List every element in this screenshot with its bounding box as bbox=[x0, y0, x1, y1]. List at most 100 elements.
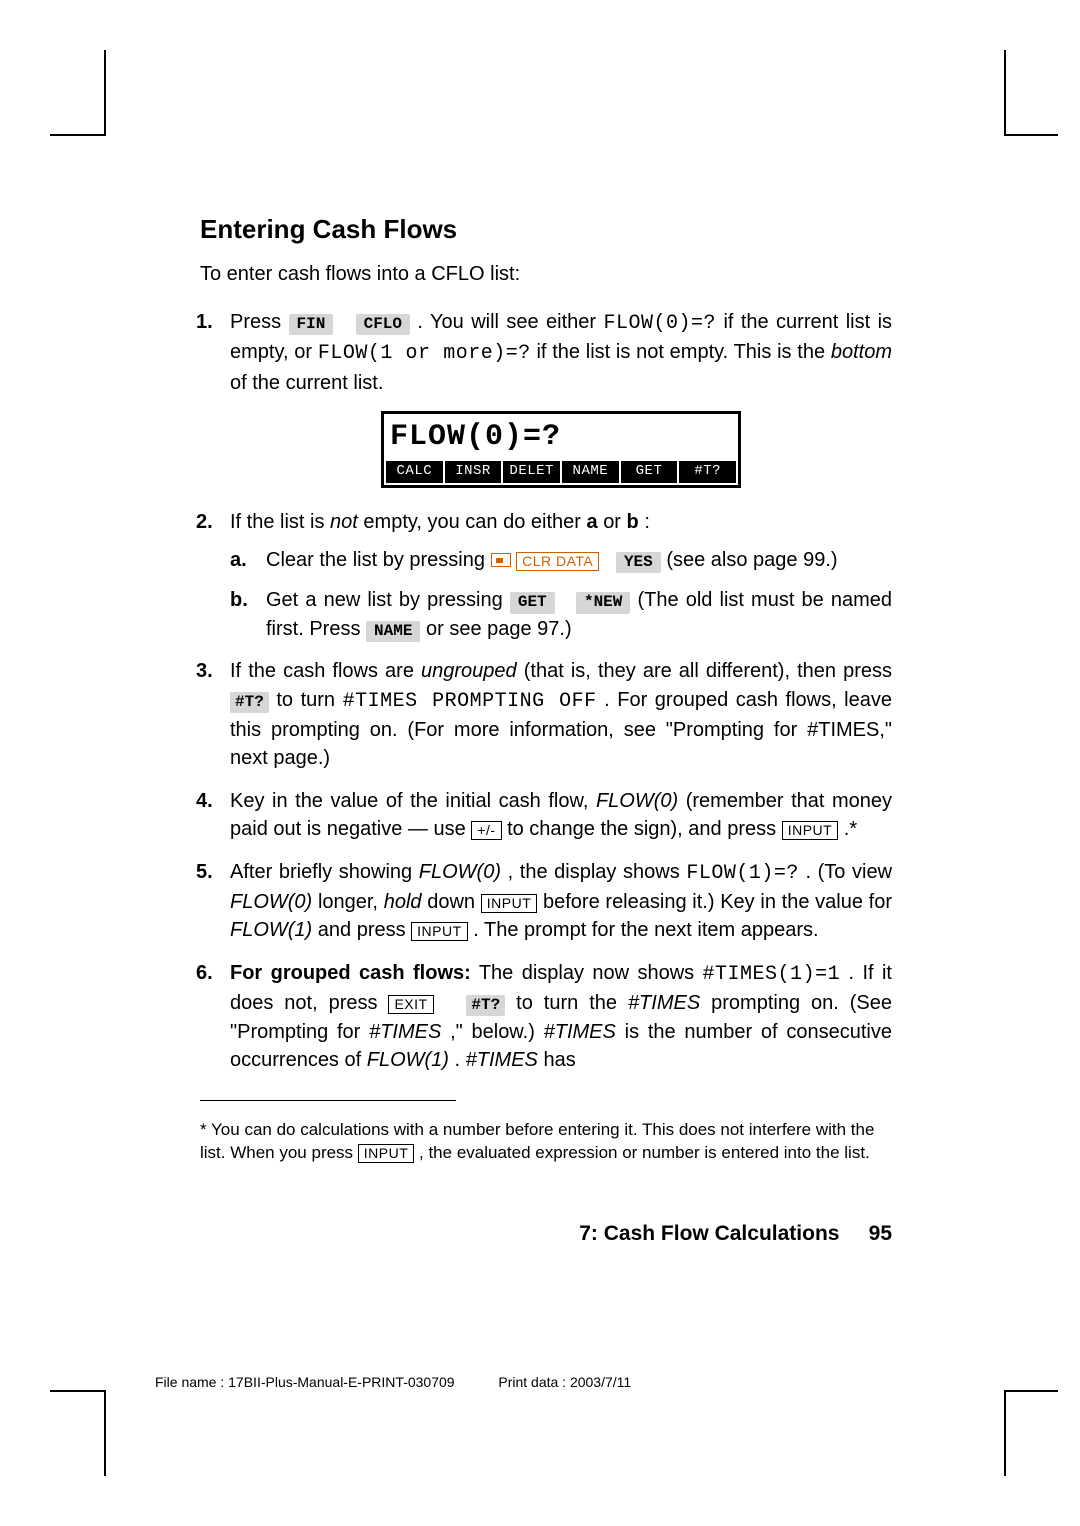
text: . You will see either bbox=[417, 311, 603, 333]
print-metadata: File name : 17BII-Plus-Manual-E-PRINT-03… bbox=[155, 1374, 631, 1390]
intro-text: To enter cash flows into a CFLO list: bbox=[200, 263, 892, 286]
chapter-title: 7: Cash Flow Calculations bbox=[579, 1222, 839, 1245]
text: of the current list. bbox=[230, 372, 383, 394]
tq-button[interactable]: #T? bbox=[466, 995, 505, 1016]
text: The display now shows bbox=[479, 962, 703, 984]
crop-mark bbox=[104, 50, 106, 136]
text: If the list is bbox=[230, 511, 330, 533]
shift-key-icon[interactable] bbox=[491, 553, 511, 567]
step-1: 1. Press FIN CFLO . You will see either … bbox=[222, 308, 892, 488]
step-3: 3. If the cash flows are ungrouped (that… bbox=[222, 657, 892, 773]
times-off-text: #TIMES PROMPTING OFF bbox=[343, 690, 597, 713]
text-italic: FLOW(0) bbox=[596, 790, 678, 812]
text-italic: hold bbox=[384, 891, 422, 913]
prompt-flow1q: FLOW(1)=? bbox=[686, 862, 799, 885]
times-eq-text: #TIMES(1)=1 bbox=[703, 963, 841, 986]
substep-label: b. bbox=[230, 586, 248, 614]
lcd-prompt: FLOW(0)=? bbox=[384, 414, 738, 459]
text: Key in the value of the initial cash flo… bbox=[230, 790, 596, 812]
footnote-text-b: , the evaluated expression or number is … bbox=[419, 1143, 870, 1162]
content-area: Entering Cash Flows To enter cash flows … bbox=[200, 214, 892, 1165]
text-bold: a bbox=[587, 511, 598, 533]
page: Entering Cash Flows To enter cash flows … bbox=[0, 0, 1080, 1526]
crop-mark bbox=[50, 1390, 106, 1392]
text: Get a new list by pressing bbox=[266, 589, 510, 611]
lcd-menu-row: CALC INSR DELET NAME GET #T? bbox=[384, 459, 738, 485]
page-number: 95 bbox=[869, 1222, 892, 1245]
step-list: 1. Press FIN CFLO . You will see either … bbox=[222, 308, 892, 1074]
prompt-flow0: FLOW(0)=? bbox=[603, 312, 716, 335]
lcd-menu-tq: #T? bbox=[679, 461, 736, 483]
step-6: 6. For grouped cash flows: The display n… bbox=[222, 959, 892, 1075]
text: to change the sign), and press bbox=[507, 818, 782, 840]
text: or see page 97.) bbox=[426, 618, 572, 640]
text: down bbox=[427, 891, 481, 913]
footnote: * You can do calculations with a number … bbox=[200, 1119, 892, 1165]
footnote-ref: * bbox=[849, 818, 857, 840]
substep-label: a. bbox=[230, 546, 247, 574]
text: . bbox=[455, 1049, 466, 1071]
clr-data-key[interactable]: CLR DATA bbox=[516, 552, 599, 571]
step-number: 6. bbox=[196, 959, 213, 987]
step-number: 1. bbox=[196, 308, 213, 336]
text: to turn the bbox=[516, 992, 628, 1014]
substep-list: a. Clear the list by pressing CLR DATA Y… bbox=[256, 546, 892, 643]
text-italic: #TIMES bbox=[466, 1049, 538, 1071]
footnote-rule bbox=[200, 1100, 456, 1101]
text: longer, bbox=[318, 891, 384, 913]
tq-button[interactable]: #T? bbox=[230, 692, 269, 713]
text-italic: #TIMES bbox=[544, 1021, 616, 1043]
lcd-menu-insr: INSR bbox=[445, 461, 502, 483]
yes-button[interactable]: YES bbox=[616, 552, 661, 573]
text-italic: FLOW(1) bbox=[230, 919, 312, 941]
step-number: 5. bbox=[196, 858, 213, 886]
text: (that is, they are all different), then … bbox=[524, 660, 892, 682]
input-key[interactable]: INPUT bbox=[411, 922, 468, 941]
input-key[interactable]: INPUT bbox=[358, 1144, 415, 1163]
text-italic: #TIMES bbox=[628, 992, 700, 1014]
text: before releasing it.) Key in the value f… bbox=[543, 891, 892, 913]
crop-mark bbox=[1004, 1390, 1006, 1476]
text: or bbox=[603, 511, 626, 533]
text-bold: b bbox=[627, 511, 639, 533]
fin-button[interactable]: FIN bbox=[289, 314, 334, 335]
crop-mark bbox=[50, 134, 106, 136]
text: and press bbox=[318, 919, 411, 941]
new-button[interactable]: *NEW bbox=[576, 592, 630, 613]
get-button[interactable]: GET bbox=[510, 592, 555, 613]
step-number: 2. bbox=[196, 508, 213, 536]
text: . The prompt for the next item appears. bbox=[473, 919, 818, 941]
text-italic: #TIMES bbox=[369, 1021, 441, 1043]
sign-key[interactable]: +/- bbox=[471, 821, 501, 840]
cflo-button[interactable]: CFLO bbox=[356, 314, 410, 335]
text: has bbox=[543, 1049, 575, 1071]
text-italic: FLOW(1) bbox=[367, 1049, 449, 1071]
step-5: 5. After briefly showing FLOW(0) , the d… bbox=[222, 858, 892, 945]
step-number: 4. bbox=[196, 787, 213, 815]
text: , the display shows bbox=[508, 861, 687, 883]
crop-mark bbox=[1004, 134, 1058, 136]
step-2: 2. If the list is not empty, you can do … bbox=[222, 508, 892, 644]
text-italic: FLOW(0) bbox=[230, 891, 312, 913]
text: . (To view bbox=[805, 861, 892, 883]
lcd-menu-name: NAME bbox=[562, 461, 619, 483]
name-button[interactable]: NAME bbox=[366, 621, 420, 642]
text-italic: ungrouped bbox=[421, 660, 517, 682]
text-bold: For grouped cash flows: bbox=[230, 962, 471, 984]
text: After briefly showing bbox=[230, 861, 419, 883]
meta-print: Print data : 2003/7/11 bbox=[498, 1374, 631, 1390]
exit-key[interactable]: EXIT bbox=[388, 995, 433, 1014]
input-key[interactable]: INPUT bbox=[782, 821, 839, 840]
crop-mark bbox=[104, 1390, 106, 1476]
crop-mark bbox=[1004, 1390, 1058, 1392]
text-italic: not bbox=[330, 511, 358, 533]
meta-file: File name : 17BII-Plus-Manual-E-PRINT-03… bbox=[155, 1374, 455, 1390]
input-key[interactable]: INPUT bbox=[481, 894, 538, 913]
text-italic: FLOW(0) bbox=[419, 861, 501, 883]
step-number: 3. bbox=[196, 657, 213, 685]
crop-mark bbox=[1004, 50, 1006, 136]
prompt-flow1: FLOW(1 or more)=? bbox=[318, 342, 531, 365]
text: (see also page 99.) bbox=[666, 549, 837, 571]
substep-b: b. Get a new list by pressing GET *NEW (… bbox=[256, 586, 892, 643]
text: : bbox=[644, 511, 650, 533]
